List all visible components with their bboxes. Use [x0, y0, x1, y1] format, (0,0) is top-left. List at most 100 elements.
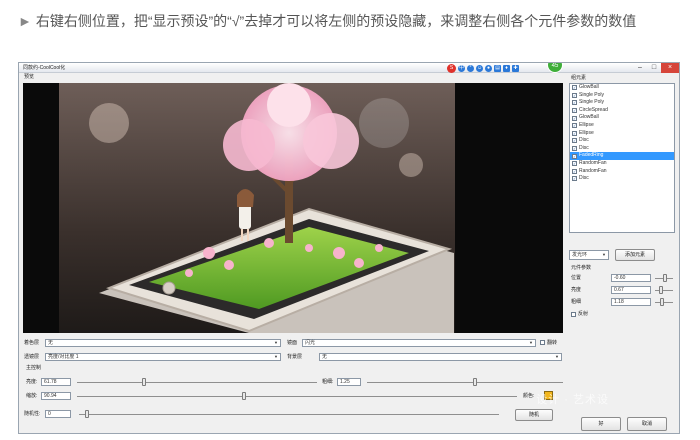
list-item[interactable]: ✓ Disc: [570, 175, 674, 183]
list-item[interactable]: ✓ GlowBall: [570, 114, 674, 122]
random-slider-thumb[interactable]: [85, 410, 90, 418]
list-item[interactable]: ✓ Disc: [570, 137, 674, 145]
preview-canvas[interactable]: [23, 83, 563, 333]
thickness-slider-track[interactable]: [367, 382, 563, 383]
avatar[interactable]: 45: [547, 63, 563, 73]
list-item[interactable]: ✓ Ellipse: [570, 122, 674, 130]
mic-icon[interactable]: ●: [485, 64, 492, 72]
element-type-select[interactable]: 发光环 ▼: [569, 250, 609, 260]
minimize-button[interactable]: –: [633, 63, 647, 73]
skin-icon[interactable]: ♦: [503, 64, 510, 72]
element-label: Single Poly: [579, 99, 605, 106]
list-item[interactable]: ✓ Ellipse: [570, 130, 674, 138]
param-brightness-slider-thumb[interactable]: [659, 286, 664, 294]
sogou-ime-icon[interactable]: S: [447, 63, 456, 73]
texture-select[interactable]: 亮度/对比度 1 ▼: [45, 353, 281, 361]
lens-select-value: 闪光: [305, 340, 316, 346]
preview-image: [59, 83, 455, 333]
element-checkbox[interactable]: ✓: [572, 108, 577, 114]
random-label: 随机性:: [24, 411, 41, 417]
element-type-value: 发光环: [572, 252, 588, 258]
background-label: 背景层: [287, 354, 303, 360]
list-item[interactable]: ✓ FadedRing: [570, 152, 674, 160]
random-button[interactable]: 随机: [515, 409, 553, 421]
texture-label: 透镜层: [24, 354, 40, 360]
main-control-label: 主控制: [26, 365, 42, 371]
scale-slider-thumb[interactable]: [242, 392, 247, 400]
scale-label: 缩放:: [26, 393, 38, 399]
app-window: 同款约-CoolCool化 S 中 ° ☺ ● ▤ ♦ ✚ 45 – □ × 预…: [18, 62, 680, 434]
texture-select-value: 亮度/对比度 1: [48, 354, 79, 360]
element-checkbox[interactable]: ✓: [572, 123, 577, 129]
random-input[interactable]: 0: [45, 410, 71, 418]
element-checkbox[interactable]: ✓: [572, 146, 577, 152]
thickness-slider-thumb[interactable]: [472, 378, 477, 386]
element-label: RandomFan: [579, 167, 607, 174]
element-checkbox[interactable]: ✓: [572, 153, 577, 159]
list-item[interactable]: ✓ Disc: [570, 145, 674, 153]
brightness-input[interactable]: 61.78: [41, 378, 71, 386]
background-select[interactable]: 无 ▼: [319, 353, 562, 361]
param-position-input[interactable]: -0.60: [611, 274, 651, 282]
element-checkbox[interactable]: ✓: [572, 138, 577, 144]
punctuation-icon[interactable]: °: [467, 64, 474, 72]
scale-input[interactable]: 90.94: [41, 392, 71, 400]
param-thickness-slider-thumb[interactable]: [660, 298, 665, 306]
maximize-button[interactable]: □: [647, 63, 661, 73]
param-brightness-slider-track[interactable]: [655, 290, 673, 291]
close-button[interactable]: ×: [661, 63, 679, 73]
random-slider-track[interactable]: [79, 414, 499, 415]
chinese-mode-icon[interactable]: 中: [458, 64, 465, 72]
title-bar: 同款约-CoolCool化 S 中 ° ☺ ● ▤ ♦ ✚ 45 – □ ×: [19, 63, 679, 73]
list-item[interactable]: ✓ Single Poly: [570, 99, 674, 107]
element-label: Ellipse: [579, 121, 594, 128]
brightness-slider-track[interactable]: [77, 382, 317, 383]
element-checkbox[interactable]: ✓: [572, 92, 577, 98]
elements-label: 组元素: [571, 75, 587, 81]
element-label: GlowBall: [579, 114, 599, 121]
list-item[interactable]: ✓ RandomFan: [570, 160, 674, 168]
element-label: Single Poly: [579, 91, 605, 98]
param-position-slider-thumb[interactable]: [662, 274, 667, 282]
ok-button[interactable]: 好: [581, 417, 621, 431]
chevron-down-icon: ▼: [602, 252, 606, 257]
thickness-input[interactable]: 1.25: [337, 378, 361, 386]
cancel-button[interactable]: 取消: [627, 417, 667, 431]
param-thickness-input[interactable]: 1.18: [611, 298, 651, 306]
elements-list[interactable]: ✓ GlowBall ✓ Single Poly ✓ Single Poly ✓ Circle…: [569, 83, 675, 233]
add-element-button[interactable]: 添加元素: [615, 249, 655, 261]
element-checkbox[interactable]: ✓: [572, 176, 577, 182]
background-select-value: 无: [322, 354, 328, 360]
intro-text: 右键右侧位置，把“显示预设”的“√”去掉才可以将左侧的预设隐藏，来调整右侧各个元…: [35, 13, 637, 29]
element-checkbox[interactable]: ✓: [572, 115, 577, 121]
color-label: 颜色:: [523, 393, 535, 399]
thickness-label: 粗细:: [322, 379, 334, 385]
window-controls: – □ ×: [633, 63, 679, 73]
reflect-checkbox[interactable]: [571, 312, 576, 317]
chevron-down-icon: ▼: [555, 354, 559, 359]
element-checkbox[interactable]: ✓: [572, 100, 577, 106]
list-item[interactable]: ✓ GlowBall: [570, 84, 674, 92]
element-checkbox[interactable]: ✓: [572, 130, 577, 136]
element-checkbox[interactable]: ✓: [572, 168, 577, 174]
element-checkbox[interactable]: ✓: [572, 85, 577, 91]
brightness-label: 亮度:: [26, 379, 38, 385]
scale-slider-track[interactable]: [77, 396, 517, 397]
tools-icon[interactable]: ✚: [512, 64, 519, 72]
list-item[interactable]: ✓ CircleSpread: [570, 107, 674, 115]
brightness-slider-thumb[interactable]: [142, 378, 147, 386]
emoji-icon[interactable]: ☺: [476, 64, 483, 72]
lens-select[interactable]: 闪光 ▼: [302, 339, 536, 347]
flip-checkbox[interactable]: [540, 340, 545, 345]
param-thickness-label: 粗细: [571, 299, 582, 305]
element-checkbox[interactable]: ✓: [572, 161, 577, 167]
tint-select[interactable]: 无 ▼: [45, 339, 281, 347]
list-item[interactable]: ✓ RandomFan: [570, 168, 674, 176]
list-item[interactable]: ✓ Single Poly: [570, 92, 674, 100]
keyboard-icon[interactable]: ▤: [494, 64, 501, 72]
intro-paragraph: ► 右键右侧位置，把“显示预设”的“√”去掉才可以将左侧的预设隐藏，来调整右侧各个…: [18, 10, 678, 32]
element-label: GlowBall: [579, 84, 599, 90]
element-label: Disc: [579, 137, 589, 144]
param-brightness-input[interactable]: 0.67: [611, 286, 651, 294]
chevron-down-icon: ▼: [529, 340, 533, 345]
